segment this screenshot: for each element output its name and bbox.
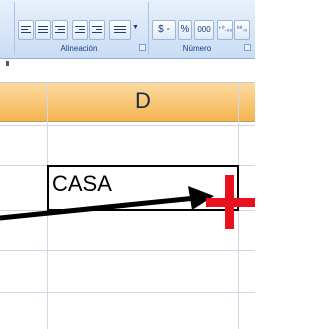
cell-d4[interactable] bbox=[48, 251, 238, 292]
small-marker-icon bbox=[6, 61, 9, 66]
align-left-button[interactable] bbox=[18, 20, 34, 40]
increase-decimal-button[interactable]: ⁺⁰.₀₀ bbox=[217, 20, 233, 40]
align-center-icon bbox=[38, 24, 48, 35]
number-dialog-launcher-icon[interactable] bbox=[244, 44, 251, 51]
group-label-alignment: Alineación bbox=[60, 44, 98, 53]
chevron-down-icon[interactable]: ▼ bbox=[132, 24, 139, 31]
group-separator bbox=[148, 2, 149, 55]
decrease-decimal-button[interactable]: ⁰⁰.₀ bbox=[234, 20, 250, 40]
cell-d2-value: CASA bbox=[52, 171, 112, 196]
formula-bar-area[interactable] bbox=[0, 59, 255, 82]
alignment-dialog-launcher-icon[interactable] bbox=[139, 44, 146, 51]
decrease-indent-icon bbox=[75, 24, 85, 35]
align-left-icon bbox=[21, 24, 31, 35]
comma-style-button[interactable]: 000 bbox=[194, 20, 214, 40]
align-right-button[interactable] bbox=[52, 20, 68, 40]
cell-d1[interactable] bbox=[48, 126, 238, 165]
percent-style-button[interactable]: % bbox=[178, 20, 192, 40]
align-center-button[interactable] bbox=[35, 20, 51, 40]
merge-center-button[interactable] bbox=[109, 20, 131, 40]
cell-d3[interactable] bbox=[48, 211, 238, 250]
gridline-horizontal bbox=[0, 292, 255, 293]
group-label-number: Número bbox=[182, 44, 212, 53]
column-header-d[interactable]: D bbox=[48, 82, 238, 120]
merge-cells-icon bbox=[114, 24, 126, 35]
currency-format-button[interactable]: $ - bbox=[152, 20, 176, 40]
decrease-indent-button[interactable] bbox=[72, 20, 88, 40]
increase-indent-button[interactable] bbox=[89, 20, 105, 40]
align-right-icon bbox=[55, 24, 65, 35]
ribbon: ▼ Alineación $ - % 000 ⁺⁰.₀₀ ⁰⁰.₀ Número bbox=[0, 0, 255, 59]
increase-indent-icon bbox=[92, 24, 102, 35]
group-separator bbox=[14, 2, 15, 55]
